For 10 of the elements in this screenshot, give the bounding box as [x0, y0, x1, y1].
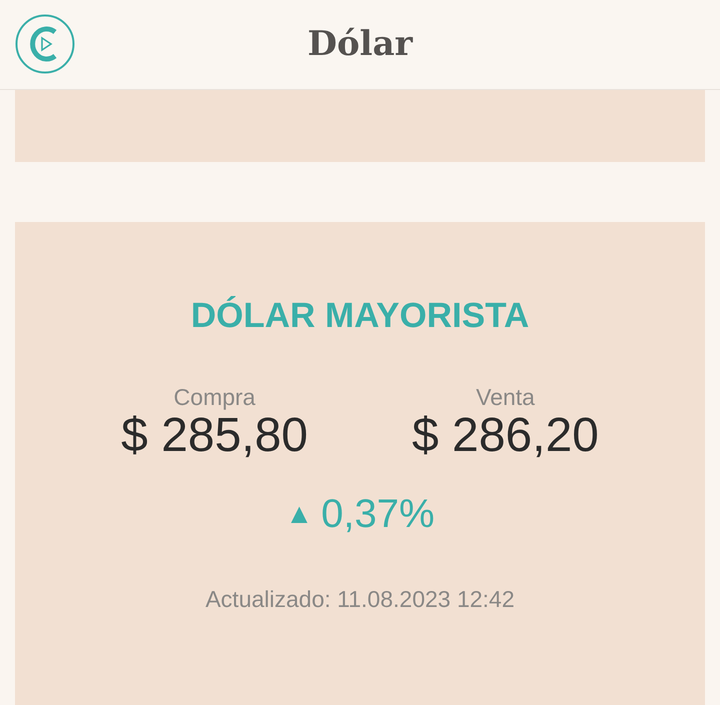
quote-label: Venta: [476, 383, 535, 412]
page-title: Dólar: [307, 23, 413, 66]
quote-value: $ 285,80: [121, 412, 308, 460]
quote-label: Compra: [174, 383, 256, 412]
card-title: DÓLAR MAYORISTA: [190, 298, 530, 333]
up-arrow: ▲: [285, 500, 314, 528]
logo-icon[interactable]: [15, 14, 75, 74]
quote-value: $ 286,20: [412, 412, 599, 460]
change-percent: 0,37%: [321, 494, 435, 534]
updated-time: Actualizado: 11.08.2023 12:42: [205, 584, 515, 614]
